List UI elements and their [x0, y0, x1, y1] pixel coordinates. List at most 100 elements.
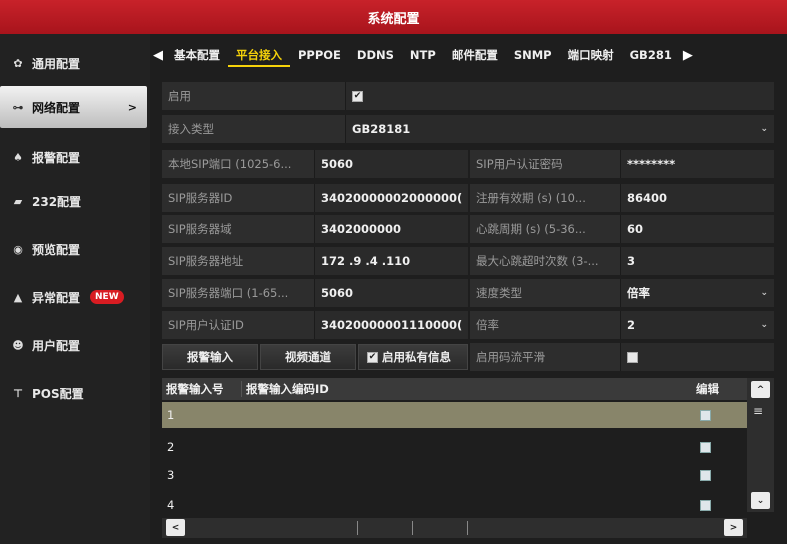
- new-badge: NEW: [90, 290, 124, 304]
- tab-ddns[interactable]: DDNS: [349, 43, 402, 67]
- row-number: 2: [167, 440, 175, 454]
- tab-gb28181[interactable]: GB281: [622, 43, 680, 67]
- sidebar-item-232[interactable]: ▰ 232配置: [0, 180, 150, 222]
- sip-password-label: SIP用户认证密码: [470, 150, 620, 178]
- users-icon: ☻: [12, 338, 24, 352]
- access-type-label: 接入类型: [162, 115, 345, 143]
- heartbeat-period-input[interactable]: 60: [620, 215, 774, 243]
- sip-server-address-label: SIP服务器地址: [162, 247, 314, 275]
- sidebar-item-alarm[interactable]: ♠ 报警配置: [0, 136, 150, 178]
- sidebar-item-label: 232配置: [32, 194, 82, 209]
- table-row[interactable]: 4: [162, 492, 774, 518]
- scroll-left-button[interactable]: <: [166, 519, 185, 536]
- sip-server-domain-label: SIP服务器域: [162, 215, 314, 243]
- sidebar: ✿ 通用配置 ⊶ 网络配置 > ♠ 报警配置 ▰ 232配置 ◉ 预览配置 ▲ …: [0, 34, 150, 544]
- tab-email[interactable]: 邮件配置: [444, 43, 506, 67]
- row-number: 1: [167, 408, 175, 422]
- sip-server-port-input[interactable]: 5060: [314, 279, 468, 307]
- edit-icon[interactable]: [700, 409, 711, 421]
- scroll-tick: [412, 521, 413, 535]
- tab-scroll-right-icon[interactable]: ▶: [680, 48, 696, 63]
- local-sip-port-label: 本地SIP端口 (1025-6...: [162, 150, 314, 178]
- alarm-bell-icon: ♠: [13, 150, 23, 164]
- private-info-toggle[interactable]: ✔ 启用私有信息: [358, 344, 468, 370]
- window-title: 系统配置: [367, 11, 420, 27]
- sidebar-item-label: 通用配置: [32, 56, 81, 71]
- local-sip-port-input[interactable]: 5060: [314, 150, 468, 178]
- access-type-value: GB28181: [352, 122, 411, 136]
- edit-icon[interactable]: [700, 441, 711, 453]
- table-row[interactable]: 3: [162, 462, 774, 488]
- sip-user-id-input[interactable]: 34020000001110000(: [314, 311, 468, 339]
- private-info-checkbox[interactable]: ✔: [367, 351, 378, 363]
- row-number: 4: [167, 498, 175, 512]
- tab-pppoe[interactable]: PPPOE: [290, 43, 349, 67]
- chevron-right-icon: >: [127, 100, 137, 114]
- column-header-alarm-input-code-id: 报警输入编码ID: [246, 382, 329, 396]
- eye-icon: ◉: [13, 242, 23, 256]
- network-icon: ⊶: [12, 100, 24, 114]
- access-type-select[interactable]: GB28181 ⌄: [345, 115, 774, 143]
- vertical-scrollbar[interactable]: ^ ≡ ⌄: [747, 378, 774, 512]
- scroll-right-button[interactable]: >: [724, 519, 743, 536]
- chevron-down-icon: ⌄: [760, 124, 768, 134]
- register-expire-label: 注册有效期 (s) (10...: [470, 184, 620, 212]
- horizontal-scrollbar[interactable]: < >: [162, 518, 747, 538]
- tab-scroll-left-icon[interactable]: ◀: [150, 48, 166, 63]
- sip-user-id-label: SIP用户认证ID: [162, 311, 314, 339]
- scroll-up-button[interactable]: ^: [751, 381, 770, 398]
- sip-password-input[interactable]: ********: [620, 150, 774, 178]
- sidebar-item-label: 报警配置: [32, 150, 81, 165]
- sidebar-item-label: POS配置: [32, 386, 84, 401]
- warning-icon: ▲: [13, 290, 23, 304]
- row-number: 3: [167, 468, 175, 482]
- table-row[interactable]: 2: [162, 434, 774, 460]
- table-row[interactable]: 1: [162, 402, 774, 428]
- heartbeat-period-label: 心跳周期 (s) (5-36...: [470, 215, 620, 243]
- sidebar-item-exception[interactable]: ▲ 异常配置 NEW: [0, 276, 150, 318]
- max-heartbeat-timeout-label: 最大心跳超时次数 (3-...: [470, 247, 620, 275]
- enable-label: 启用: [162, 82, 345, 110]
- sidebar-item-network[interactable]: ⊶ 网络配置 >: [0, 86, 147, 128]
- edit-icon[interactable]: [700, 469, 711, 481]
- stream-smooth-checkbox[interactable]: [627, 351, 638, 363]
- rate-select[interactable]: 2 ⌄: [620, 311, 774, 339]
- sidebar-item-user[interactable]: ☻ 用户配置: [0, 324, 150, 366]
- window-title-bar: 系统配置: [0, 0, 787, 34]
- tab-basic[interactable]: 基本配置: [166, 43, 228, 67]
- speed-type-select[interactable]: 倍率 ⌄: [620, 279, 774, 307]
- rate-label: 倍率: [470, 311, 620, 339]
- stream-smooth-label: 启用码流平滑: [470, 343, 620, 371]
- sip-server-domain-input[interactable]: 3402000000: [314, 215, 468, 243]
- tab-port-mapping[interactable]: 端口映射: [560, 43, 622, 67]
- alarm-input-button[interactable]: 报警输入: [162, 344, 258, 370]
- stream-smooth-field: [620, 343, 774, 371]
- scroll-down-button[interactable]: ⌄: [751, 492, 770, 509]
- sidebar-item-pos[interactable]: ⊤ POS配置: [0, 372, 150, 414]
- speed-type-value: 倍率: [627, 286, 650, 300]
- speed-type-label: 速度类型: [470, 279, 620, 307]
- sidebar-item-general[interactable]: ✿ 通用配置: [0, 42, 150, 84]
- menu-icon[interactable]: ≡: [753, 404, 763, 418]
- rate-value: 2: [627, 318, 636, 332]
- table-header: 报警输入号 报警输入编码ID 编辑: [162, 378, 774, 400]
- chevron-down-icon: ⌄: [760, 320, 768, 330]
- sidebar-item-preview[interactable]: ◉ 预览配置: [0, 228, 150, 270]
- edit-icon[interactable]: [700, 499, 711, 511]
- tab-bar: ◀ 基本配置 平台接入 PPPOE DDNS NTP 邮件配置 SNMP 端口映…: [150, 34, 787, 76]
- tab-snmp[interactable]: SNMP: [506, 43, 560, 67]
- sidebar-item-label: 用户配置: [32, 338, 81, 353]
- register-expire-input[interactable]: 86400: [620, 184, 774, 212]
- sidebar-item-label: 预览配置: [32, 242, 81, 257]
- enable-checkbox[interactable]: ✔: [352, 90, 363, 102]
- max-heartbeat-timeout-input[interactable]: 3: [620, 247, 774, 275]
- video-channel-button[interactable]: 视频通道: [260, 344, 356, 370]
- sip-server-port-label: SIP服务器端口 (1-65...: [162, 279, 314, 307]
- serial-port-icon: ▰: [13, 194, 23, 208]
- gear-icon: ✿: [13, 56, 23, 70]
- sip-server-id-input[interactable]: 34020000002000000(: [314, 184, 468, 212]
- tab-ntp[interactable]: NTP: [402, 43, 444, 67]
- tab-platform-access[interactable]: 平台接入: [228, 43, 290, 67]
- sip-server-address-input[interactable]: 172 .9 .4 .110: [314, 247, 468, 275]
- private-info-label: 启用私有信息: [382, 350, 451, 364]
